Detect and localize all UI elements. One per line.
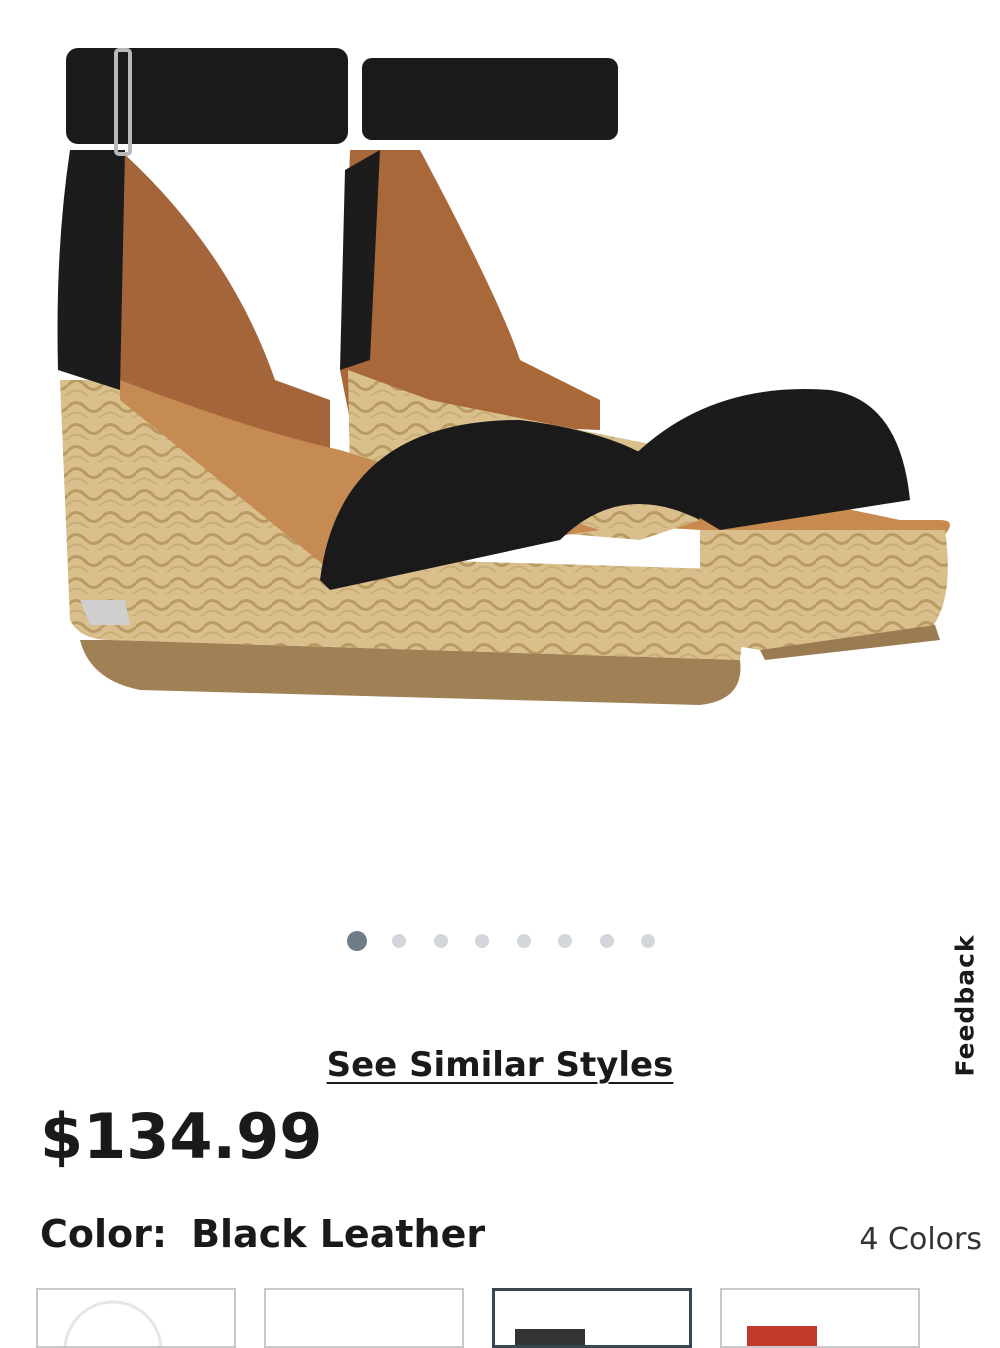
- carousel-dot-2[interactable]: [392, 934, 406, 948]
- color-swatch-4[interactable]: [720, 1288, 920, 1348]
- color-swatch-3[interactable]: [492, 1288, 692, 1348]
- color-label: Color:: [40, 1212, 168, 1256]
- carousel-dot-1[interactable]: [347, 931, 367, 951]
- swatch-thumbnail: [515, 1329, 585, 1345]
- carousel-dot-6[interactable]: [558, 934, 572, 948]
- product-image[interactable]: [0, 0, 1000, 900]
- color-value: Black Leather: [191, 1212, 486, 1256]
- carousel-dot-3[interactable]: [434, 934, 448, 948]
- sandal-illustration: [57, 48, 950, 705]
- carousel-dots: [0, 931, 1000, 954]
- color-swatch-2[interactable]: [264, 1288, 464, 1348]
- color-selection: Color: Black Leather: [40, 1212, 485, 1256]
- see-similar-styles-link[interactable]: See Similar Styles: [327, 1045, 674, 1085]
- color-swatch-1[interactable]: [36, 1288, 236, 1348]
- carousel-dot-4[interactable]: [475, 934, 489, 948]
- colors-count: 4 Colors: [859, 1222, 982, 1257]
- carousel-dot-8[interactable]: [641, 934, 655, 948]
- swatch-thumbnail: [63, 1300, 163, 1346]
- see-similar-row: See Similar Styles: [0, 1045, 1000, 1085]
- swatch-thumbnail: [747, 1326, 817, 1346]
- carousel-dot-5[interactable]: [517, 934, 531, 948]
- product-price: $134.99: [40, 1100, 323, 1173]
- carousel-dot-7[interactable]: [600, 934, 614, 948]
